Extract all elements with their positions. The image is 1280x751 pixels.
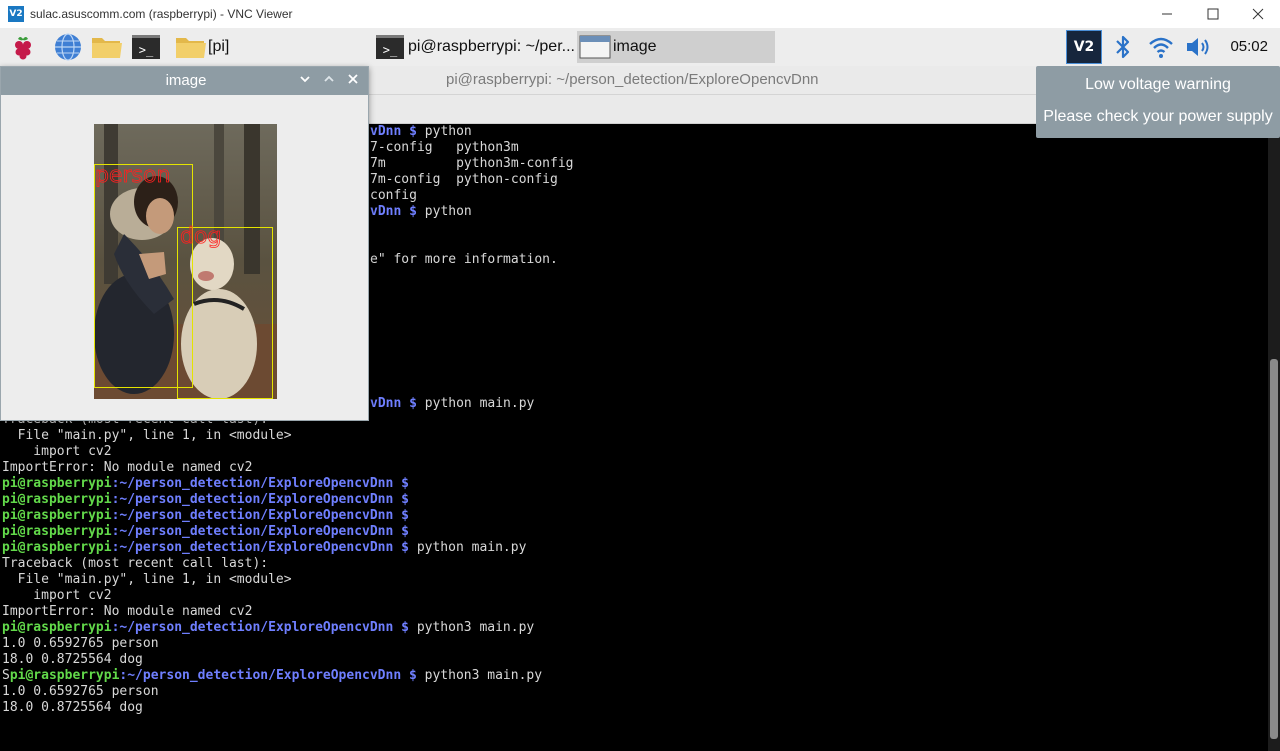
terminal-icon: >_	[132, 35, 160, 59]
low-voltage-notification[interactable]: Low voltage warning Please check your po…	[1036, 66, 1280, 138]
window-icon	[579, 35, 611, 59]
image-close-button[interactable]	[345, 73, 361, 89]
terminal-line: 18.0 0.8725564 dog	[2, 700, 143, 715]
vnc-server-tray-icon[interactable]: V2	[1066, 30, 1102, 64]
speaker-icon	[1187, 38, 1209, 56]
taskbar-folder-label: [pi]	[208, 38, 230, 55]
terminal-line: config	[370, 188, 417, 203]
taskbar-folder-pi[interactable]: [pi]	[174, 31, 370, 63]
file-manager-button[interactable]	[90, 32, 124, 62]
terminal-launcher-button[interactable]: >_	[132, 32, 162, 62]
maximize-up-button[interactable]	[321, 73, 337, 89]
vnc-window-title: sulac.asuscomm.com (raspberrypi) - VNC V…	[30, 7, 293, 21]
folder-icon	[176, 38, 206, 58]
bluetooth-button[interactable]	[1112, 34, 1134, 64]
terminal-line: import cv2	[2, 444, 112, 459]
folder-icon	[92, 38, 122, 58]
terminal-prompt-line: pi@raspberrypi:~/person_detection/Explor…	[2, 620, 534, 636]
stray-char: S	[2, 668, 10, 683]
raspberry-icon	[15, 37, 31, 60]
terminal-line: 7-config python3m	[370, 140, 519, 155]
prompt-user: pi@raspberrypi	[2, 524, 112, 539]
prompt-user: pi@raspberrypi	[9, 668, 120, 683]
maximize-button[interactable]	[1190, 0, 1236, 28]
notification-title: Low voltage warning	[1085, 76, 1231, 93]
vnc-title-bar: V2 sulac.asuscomm.com (raspberrypi) - VN…	[0, 0, 1280, 29]
wifi-button[interactable]	[1147, 34, 1175, 64]
terminal-prompt-line: pi@raspberrypi:~/person_detection/Explor…	[2, 508, 417, 524]
volume-button[interactable]	[1184, 34, 1214, 64]
terminal-line: File "main.py", line 1, in <module>	[2, 572, 292, 587]
maximize-icon	[1207, 8, 1219, 20]
terminal-line: Traceback (most recent call last):	[2, 556, 269, 571]
terminal-line: e" for more information.	[370, 252, 558, 267]
terminal-prompt-line: pi@raspberrypi:~/person_detection/Explor…	[2, 492, 417, 508]
minimize-icon	[1162, 13, 1172, 15]
label-dog: dog	[180, 224, 221, 249]
prompt-partial: vDnn $	[370, 124, 417, 139]
wifi-icon	[1149, 37, 1173, 58]
prompt-path: :~/person_detection/ExploreOpencvDnn $	[111, 508, 409, 523]
close-icon	[348, 74, 358, 84]
image-window[interactable]: image person dog	[0, 66, 369, 421]
terminal-window-title: pi@raspberrypi: ~/person_detection/Explo…	[446, 71, 819, 88]
terminal-prompt-line: pi@raspberrypi:~/person_detection/Explor…	[2, 540, 526, 556]
terminal-prompt-line: pi@raspberrypi:~/person_detection/Explor…	[2, 476, 417, 492]
terminal-line: ImportError: No module named cv2	[2, 460, 253, 475]
detection-photo: person dog	[94, 124, 277, 399]
raspberry-menu-button[interactable]	[8, 32, 38, 62]
terminal-line: 1.0 0.6592765 person	[2, 684, 159, 699]
prompt-command: python3 main.py	[409, 620, 535, 635]
prompt-command: python main.py	[409, 540, 527, 555]
prompt-path: :~/person_detection/ExploreOpencvDnn $	[111, 476, 409, 491]
terminal-line: 1.0 0.6592765 person	[2, 636, 159, 651]
prompt-path: :~/person_detection/ExploreOpencvDnn $	[111, 620, 409, 635]
prompt-user: pi@raspberrypi	[2, 476, 112, 491]
prompt-command: python3 main.py	[416, 668, 543, 683]
scrollbar-thumb[interactable]	[1270, 359, 1278, 739]
terminal-line: 7m-config python-config	[370, 172, 558, 187]
label-person: person	[95, 163, 170, 188]
terminal-line: ImportError: No module named cv2	[2, 604, 253, 619]
taskbar-terminal-label: pi@raspberrypi: ~/per...	[408, 38, 575, 55]
person-dog-photo: person dog	[94, 124, 277, 399]
image-window-title: image	[165, 72, 207, 89]
notification-message: Please check your power supply	[1043, 108, 1273, 125]
taskbar-image-task[interactable]: image	[577, 31, 775, 63]
terminal-line: 7m python3m-config	[370, 156, 574, 171]
globe-icon	[55, 33, 81, 61]
vnc-viewer-logo-icon: V2	[8, 6, 24, 22]
taskbar-terminal-task[interactable]: >_ pi@raspberrypi: ~/per...	[376, 31, 576, 63]
prompt-user: pi@raspberrypi	[2, 540, 112, 555]
terminal-icon: >_	[376, 35, 404, 59]
image-window-title-bar[interactable]: image	[1, 67, 368, 95]
terminal-line: vDnn $ python	[370, 124, 472, 139]
terminal-line: 18.0 0.8725564 dog	[2, 652, 143, 667]
terminal-line: vDnn $ python	[370, 204, 472, 219]
prompt-path: :~/person_detection/ExploreOpencvDnn $	[119, 668, 417, 683]
terminal-line: import cv2	[2, 588, 112, 603]
prompt-user: pi@raspberrypi	[2, 492, 112, 507]
taskbar-image-label: image	[613, 38, 657, 55]
close-window-button[interactable]	[1235, 0, 1280, 28]
web-browser-button[interactable]	[53, 32, 83, 62]
terminal-prompt-line: Spi@raspberrypi:~/person_detection/Explo…	[2, 668, 542, 684]
pi-taskbar: >_ [pi] >_ pi@raspberrypi: ~/per... imag…	[0, 28, 1280, 66]
terminal-line: vDnn $ python main.py	[370, 396, 535, 411]
terminal-line: File "main.py", line 1, in <module>	[2, 428, 292, 443]
terminal-prompt-line: pi@raspberrypi:~/person_detection/Explor…	[2, 524, 417, 540]
chevron-up-icon	[324, 75, 334, 82]
terminal-scrollbar[interactable]	[1268, 124, 1280, 751]
window-menu-button[interactable]	[297, 73, 313, 89]
bluetooth-icon	[1116, 35, 1130, 59]
clock[interactable]: 05:02	[1230, 28, 1268, 66]
prompt-path: :~/person_detection/ExploreOpencvDnn $	[111, 524, 409, 539]
close-icon	[1252, 8, 1264, 20]
prompt-user: pi@raspberrypi	[2, 620, 112, 635]
minimize-button[interactable]	[1144, 0, 1190, 28]
prompt-path: :~/person_detection/ExploreOpencvDnn $	[111, 540, 409, 555]
chevron-down-icon	[300, 76, 310, 83]
prompt-path: :~/person_detection/ExploreOpencvDnn $	[111, 492, 409, 507]
prompt-user: pi@raspberrypi	[2, 508, 112, 523]
